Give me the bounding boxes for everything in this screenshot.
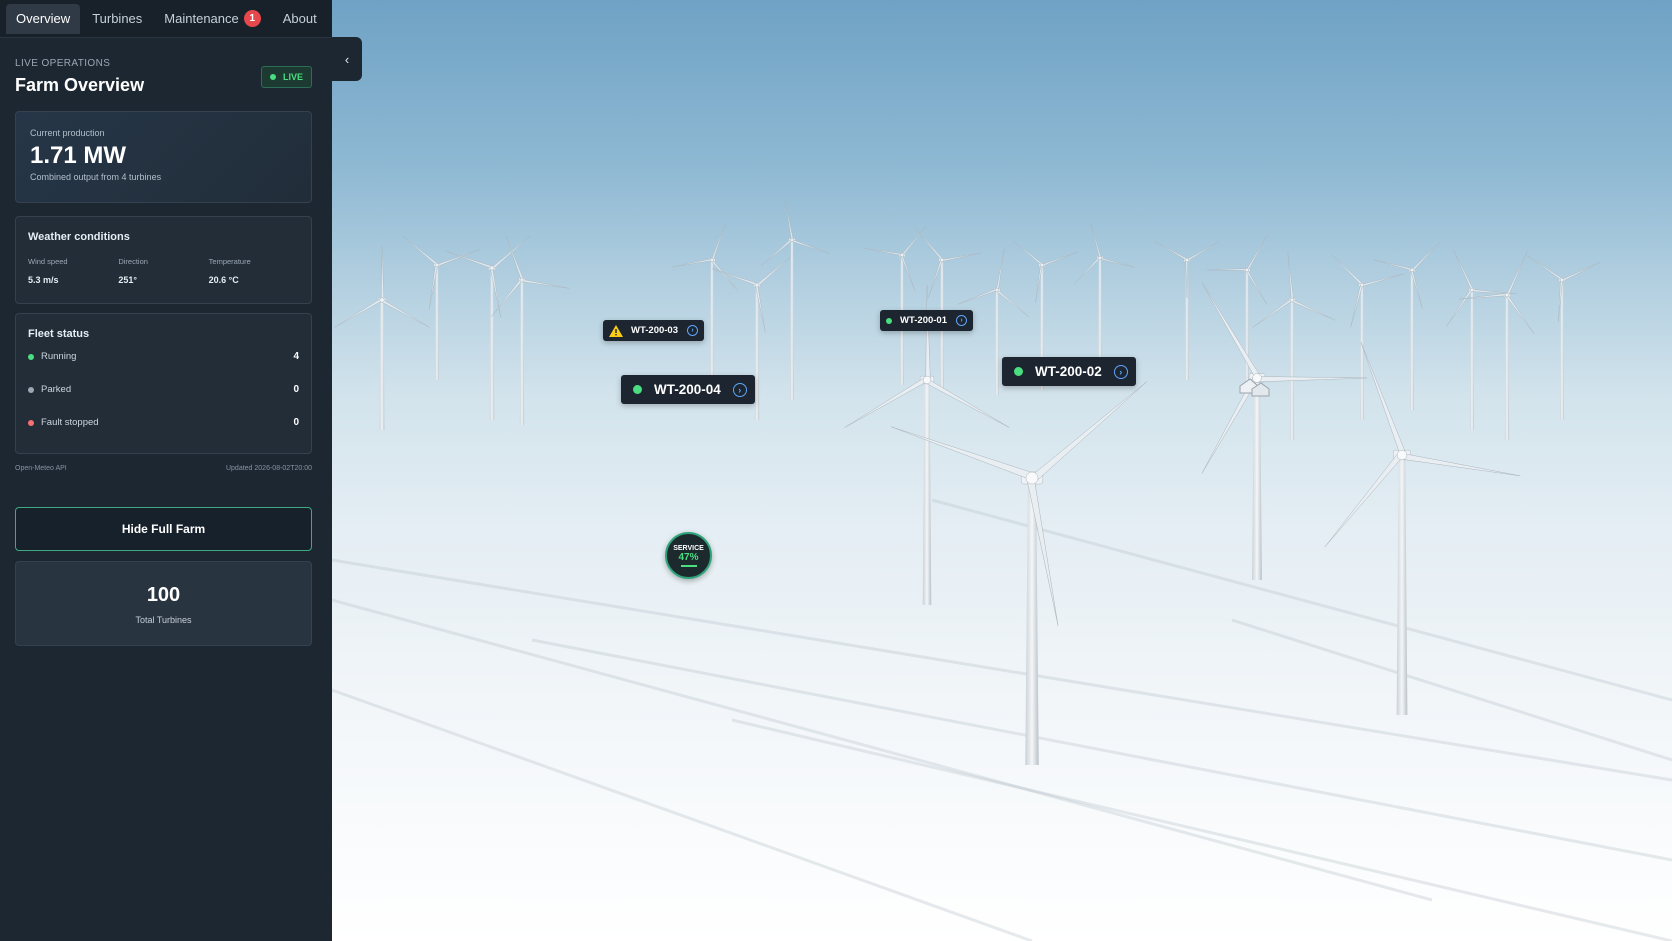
tab-label: Maintenance (164, 11, 239, 26)
turbine-shadow (731, 718, 1672, 941)
background-turbine (761, 200, 830, 400)
turbine-label-wt-200-03[interactable]: WT-200-03 › (603, 320, 704, 341)
warning-icon (609, 324, 623, 337)
wind-farm-scene (332, 200, 1672, 941)
status-running-dot (886, 317, 892, 324)
status-running-dot (633, 385, 642, 394)
temperature-stat: Temperature 20.6 °C (209, 257, 299, 285)
background-turbine (402, 235, 480, 380)
service-progress-bar (680, 564, 697, 567)
background-turbine (1153, 240, 1221, 380)
turbine-label-wt-200-02[interactable]: WT-200-02 › (1002, 357, 1136, 386)
tab-label: About (282, 11, 317, 26)
stat-label: Direction (118, 257, 148, 266)
turbine-id: WT-200-01 (900, 315, 947, 326)
tab-turbines[interactable]: Turbines (82, 4, 152, 34)
chevron-right-icon[interactable]: › (687, 325, 698, 336)
data-source: Open-Meteo API (15, 465, 67, 472)
fleet-row-running: Running 4 (28, 340, 299, 373)
background-turbine (1330, 253, 1405, 420)
chevron-left-icon: ‹ (344, 51, 350, 67)
data-meta: Open-Meteo API Updated 2026-08-02T20:00 (15, 465, 312, 472)
production-label: Current production (30, 128, 105, 138)
tab-label: Overview (16, 11, 71, 26)
production-card: Current production 1.71 MW Combined outp… (15, 111, 312, 203)
fleet-title: Fleet status (28, 328, 90, 340)
live-status-badge: LIVE (260, 66, 312, 88)
turbine-shadow (531, 638, 1672, 862)
fleet-count: 0 (293, 417, 299, 428)
fleet-label: Parked (41, 384, 72, 395)
stat-value: 20.6 °C (208, 275, 239, 285)
turbine-shadow (332, 558, 1672, 782)
background-turbine (1252, 252, 1336, 440)
farm-3d-viewport[interactable] (332, 0, 1672, 941)
turbine-id: WT-200-04 (654, 382, 721, 397)
turbine-label-wt-200-04[interactable]: WT-200-04 › (621, 375, 755, 404)
fleet-count: 4 (293, 351, 299, 362)
status-running-dot (1014, 367, 1023, 376)
background-turbine (334, 244, 430, 430)
fault-dot-icon (28, 419, 34, 426)
stat-label: Temperature (208, 257, 251, 266)
turbine-shadow (931, 498, 1672, 702)
chevron-right-icon[interactable]: › (732, 382, 747, 397)
wind-speed-stat: Wind speed 5.3 m/s (28, 257, 118, 285)
tab-overview[interactable]: Overview (6, 3, 81, 34)
fleet-status-card: Fleet status Running 4 Parked 0 Fault st… (15, 313, 312, 454)
fleet-count: 0 (293, 384, 299, 395)
fleet-row-parked: Parked 0 (28, 373, 299, 406)
last-updated: Updated 2026-08-02T20:00 (225, 465, 312, 472)
weather-card: Weather conditions Wind speed 5.3 m/s Di… (15, 216, 312, 304)
background-turbine (444, 235, 531, 420)
tab-maintenance[interactable]: Maintenance 1 (154, 4, 270, 34)
background-turbine (1206, 235, 1268, 385)
notification-badge: 1 (243, 10, 261, 27)
background-turbine (490, 234, 570, 425)
turbine-wt-200-03 (844, 284, 1010, 605)
tab-bar: Overview Turbines Maintenance 1 About (0, 0, 332, 38)
service-label: SERVICE (673, 544, 704, 552)
live-label: LIVE (282, 72, 303, 82)
total-turbines-card: 100 Total Turbines (15, 561, 312, 646)
hide-full-farm-button[interactable]: Hide Full Farm (15, 507, 312, 551)
tab-label: Turbines (92, 11, 143, 26)
tab-about[interactable]: About (273, 4, 327, 34)
stat-value: 5.3 m/s (28, 275, 59, 285)
sidebar: Overview Turbines Maintenance 1 About LIV… (0, 0, 332, 941)
turbine-label-wt-200-01[interactable]: WT-200-01 › (880, 310, 973, 331)
total-turbines-label: Total Turbines (135, 615, 192, 625)
chevron-right-icon[interactable]: › (1113, 364, 1128, 379)
weather-title: Weather conditions (28, 231, 130, 243)
fleet-label: Running (41, 351, 77, 362)
background-turbine (1527, 255, 1601, 420)
production-subtext: Combined output from 4 turbines (30, 172, 162, 182)
chevron-right-icon[interactable]: › (956, 315, 967, 326)
turbine-id: WT-200-02 (1035, 364, 1102, 379)
running-dot-icon (28, 353, 34, 360)
stat-value: 251° (118, 275, 137, 285)
background-turbine (864, 225, 927, 385)
turbine-shadow (332, 688, 1033, 941)
production-value: 1.71 MW (30, 142, 127, 169)
turbine-id: WT-200-03 (631, 325, 678, 336)
live-dot-icon (269, 74, 276, 80)
parked-dot-icon (28, 386, 34, 393)
service-progress: 47% (678, 551, 699, 563)
fleet-row-fault: Fault stopped 0 (28, 406, 299, 439)
service-progress-badge[interactable]: SERVICE 47% (665, 532, 712, 579)
total-turbines-value: 100 (146, 584, 181, 606)
panel-header: LIVE OPERATIONS Farm Overview LIVE (15, 58, 312, 96)
fleet-label: Fault stopped (41, 417, 99, 428)
background-turbine (672, 222, 738, 400)
background-turbine (1373, 241, 1441, 410)
stat-label: Wind speed (28, 257, 68, 266)
collapse-sidebar-button[interactable]: ‹ (332, 37, 362, 81)
turbine-wt-200-01 (1201, 282, 1368, 580)
wind-direction-stat: Direction 251° (118, 257, 208, 285)
